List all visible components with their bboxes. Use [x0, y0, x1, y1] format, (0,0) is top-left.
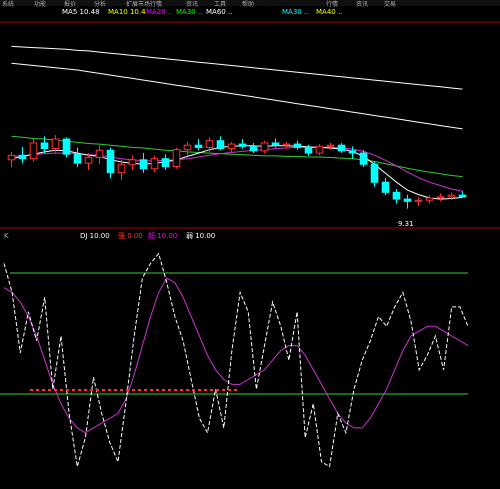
candle-body	[7, 154, 16, 161]
indicator-value: DJ 10.00	[80, 232, 110, 240]
candle-body	[315, 145, 324, 154]
candle-body	[425, 197, 434, 201]
candle	[18, 146, 27, 164]
candle-body	[95, 149, 104, 159]
candle	[337, 142, 346, 154]
candle	[216, 136, 225, 151]
candle-body	[227, 143, 236, 150]
candle-body	[260, 142, 269, 152]
candle-body	[139, 159, 148, 170]
ma-long2-line	[11, 45, 463, 90]
candle	[458, 191, 467, 198]
candle	[128, 155, 137, 170]
candle	[414, 196, 423, 206]
candle	[161, 154, 170, 170]
indicator-value: 超 10.00	[148, 231, 177, 240]
candle-body	[304, 146, 313, 154]
candle	[359, 150, 368, 168]
candle	[403, 194, 412, 209]
candle-body	[18, 154, 27, 160]
ma-long-line	[11, 62, 463, 130]
price-low-label: 9.31	[398, 220, 414, 228]
candle	[293, 140, 302, 150]
candle-body	[381, 181, 390, 193]
candle-body	[51, 138, 60, 150]
candle-body	[117, 163, 126, 174]
indicator-tag: K	[4, 232, 9, 240]
candle-body	[348, 150, 357, 154]
candle-body	[326, 144, 335, 147]
candle-body	[249, 145, 258, 152]
candle	[227, 141, 236, 154]
candle-body	[150, 158, 159, 170]
candle-body	[29, 142, 38, 160]
candle-body	[337, 144, 346, 152]
candle	[194, 139, 203, 151]
indicator-panel	[0, 252, 469, 468]
candle	[249, 142, 258, 154]
candle-body	[84, 157, 93, 164]
candle	[172, 147, 181, 169]
candle-body	[392, 191, 401, 200]
candle-body	[238, 143, 247, 147]
candle	[150, 155, 159, 173]
candle	[183, 141, 192, 156]
candle	[315, 144, 324, 156]
candle-body	[40, 142, 49, 150]
candle	[238, 139, 247, 149]
candle	[139, 153, 148, 173]
candle	[7, 151, 16, 168]
candle	[370, 161, 379, 187]
candle-body	[370, 163, 379, 183]
candle	[29, 139, 38, 162]
indicator-value: 弱 10.00	[186, 232, 215, 240]
candle-body	[172, 149, 181, 168]
candle-body	[458, 194, 467, 198]
candle-body	[128, 159, 137, 165]
candle-body	[271, 142, 280, 146]
candle-body	[216, 140, 225, 150]
candle-body	[73, 153, 82, 164]
candle-body	[282, 143, 291, 146]
candle-body	[447, 194, 456, 198]
candle	[260, 140, 269, 154]
candle-body	[161, 158, 170, 168]
candle-body	[403, 198, 412, 202]
candle-body	[62, 138, 71, 155]
candle-body	[414, 199, 423, 202]
indicator-value: 强 0.00	[118, 232, 143, 240]
candle-body	[205, 140, 214, 148]
candle	[381, 177, 390, 196]
candle	[117, 159, 126, 180]
candle	[425, 195, 434, 204]
candle-body	[194, 144, 203, 148]
candle	[95, 145, 104, 165]
candle	[436, 193, 445, 202]
candle-body	[359, 152, 368, 165]
candle-body	[106, 149, 115, 174]
candle	[392, 188, 401, 204]
chart-canvas[interactable]: 9.31 K DJ 10.00 强 0.00 超 10.00 弱 10.00	[0, 0, 500, 489]
candle	[106, 147, 115, 179]
candle-body	[293, 143, 302, 148]
candle-body	[183, 144, 192, 151]
candle-body	[436, 196, 445, 199]
price-panel	[7, 45, 467, 209]
candle	[73, 147, 82, 168]
candle	[348, 146, 357, 159]
candle	[205, 137, 214, 152]
candle	[62, 137, 71, 158]
